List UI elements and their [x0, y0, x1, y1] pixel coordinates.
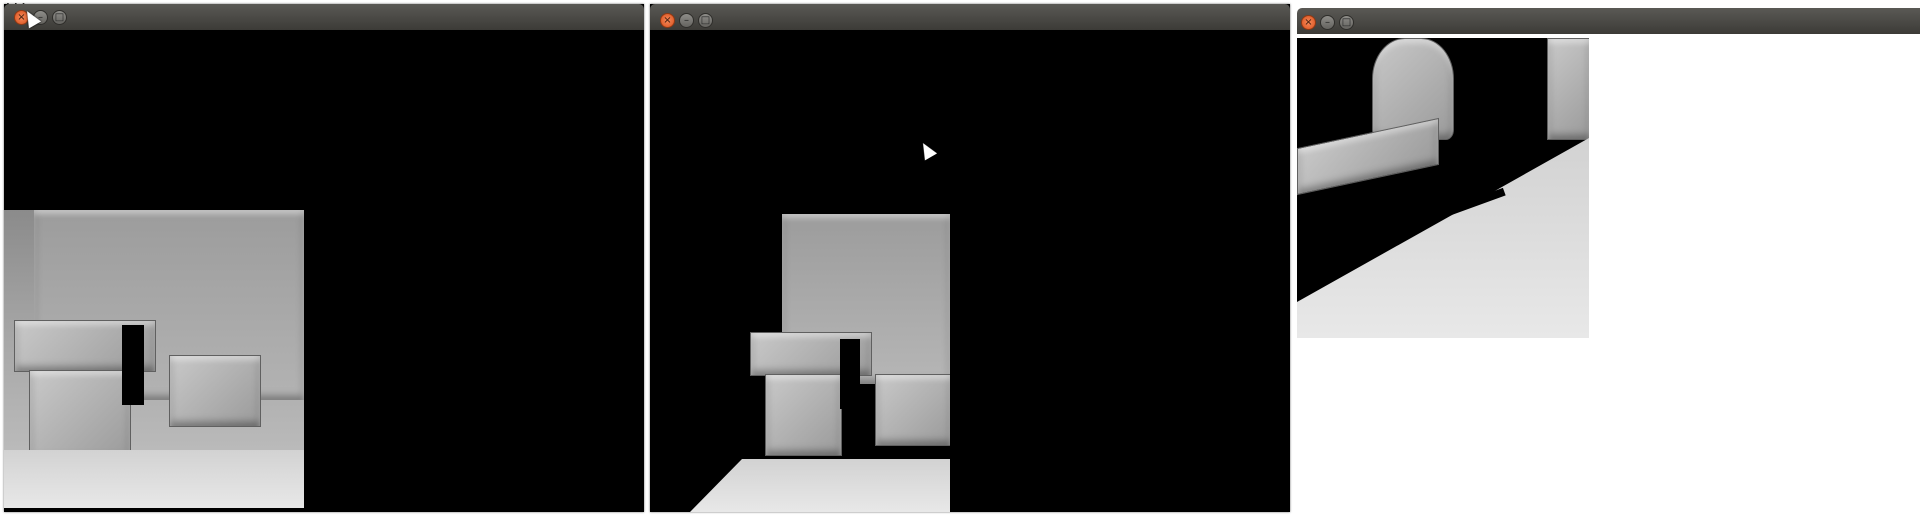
maximize-button[interactable]: □	[1339, 15, 1354, 30]
depth-render-image	[4, 210, 304, 508]
cabinet-surface	[875, 374, 950, 446]
maximize-icon: □	[54, 11, 65, 23]
render-viewport[interactable]	[4, 30, 644, 512]
maximize-button[interactable]: □	[52, 10, 67, 25]
close-button[interactable]: ×	[660, 13, 675, 28]
chair-seat-surface	[1297, 117, 1439, 196]
desk-body-surface	[765, 374, 842, 456]
depth-render-image	[1297, 38, 1589, 338]
maximize-icon: □	[700, 14, 711, 26]
wall-edge-surface	[1547, 38, 1589, 140]
floor-surface	[690, 459, 950, 512]
maximize-button[interactable]: □	[698, 13, 713, 28]
render-viewport[interactable]	[1297, 38, 1589, 338]
render-window-1[interactable]: × – □	[4, 4, 644, 512]
render-viewport[interactable]	[650, 34, 1290, 512]
maximize-icon: □	[1341, 16, 1352, 28]
render-window-3[interactable]: × – □	[1297, 8, 1920, 338]
close-icon: ×	[663, 14, 672, 26]
close-button[interactable]: ×	[1301, 15, 1316, 30]
cabinet-surface	[169, 355, 261, 427]
minimize-icon: –	[1325, 16, 1330, 28]
minimize-button[interactable]: –	[1320, 15, 1335, 30]
window-titlebar[interactable]: × – □	[650, 4, 1290, 30]
window-titlebar[interactable]: × – □	[1297, 8, 1920, 34]
depth-render-image	[650, 214, 950, 512]
desk-body-surface	[29, 370, 131, 462]
shadow-gap	[122, 325, 144, 405]
window-titlebar[interactable]: × – □	[4, 4, 644, 30]
floor-surface	[4, 450, 304, 508]
shadow-gap	[840, 339, 860, 409]
minimize-button[interactable]: –	[679, 13, 694, 28]
close-icon: ×	[1304, 16, 1313, 28]
minimize-icon: –	[684, 14, 689, 26]
render-window-2[interactable]: × – □	[650, 4, 1290, 512]
